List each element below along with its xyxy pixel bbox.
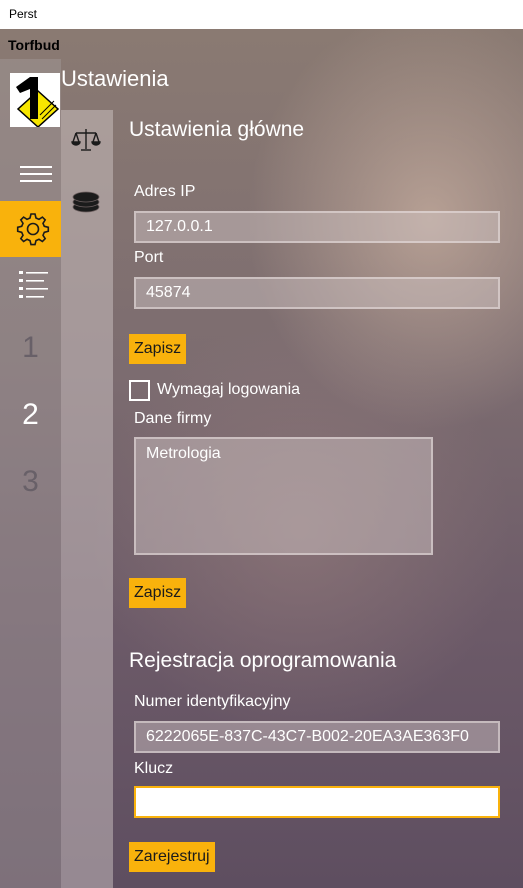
ip-address-label: Adres IP xyxy=(134,183,196,200)
require-login-label: Wymagaj logowania xyxy=(157,381,301,398)
key-input[interactable] xyxy=(134,786,500,818)
id-number-label: Numer identyfikacyjny xyxy=(134,693,291,710)
sub-nav-rail xyxy=(61,110,113,888)
nav-item-3[interactable]: 3 xyxy=(0,465,61,499)
company-data-label: Dane firmy xyxy=(134,410,212,427)
general-settings-title: Ustawienia główne xyxy=(129,118,305,141)
scales-icon xyxy=(71,129,101,151)
logo-icon xyxy=(10,73,60,129)
save-company-button[interactable]: Zapisz xyxy=(129,578,187,608)
port-input[interactable] xyxy=(134,277,500,309)
nav-item-2[interactable]: 2 xyxy=(0,398,61,432)
checkbox-box[interactable] xyxy=(129,380,150,401)
nav-item-settings[interactable] xyxy=(0,201,61,257)
window-titlebar[interactable]: Perst xyxy=(0,0,523,29)
hamburger-button[interactable] xyxy=(0,152,61,196)
list-icon xyxy=(19,271,48,298)
gear-icon xyxy=(16,213,50,246)
nav-item-1[interactable]: 1 xyxy=(0,331,61,365)
subnav-item-database[interactable] xyxy=(71,187,101,217)
database-icon xyxy=(72,191,100,213)
id-number-input[interactable] xyxy=(134,721,500,753)
subnav-item-scales[interactable] xyxy=(71,125,101,155)
page-header: Ustawienia xyxy=(61,66,169,91)
nav-item-list[interactable] xyxy=(0,262,61,306)
key-label: Klucz xyxy=(134,760,174,777)
register-button[interactable]: Zarejestruj xyxy=(129,842,215,872)
ip-address-input[interactable] xyxy=(134,211,500,243)
window-title: Perst xyxy=(9,7,38,21)
company-logo xyxy=(10,73,60,129)
save-connection-button[interactable]: Zapisz xyxy=(129,334,187,364)
registration-title: Rejestracja oprogramowania xyxy=(129,649,397,672)
port-label: Port xyxy=(134,249,164,266)
app-title: Torfbud xyxy=(8,37,60,53)
company-data-textarea[interactable]: Metrologia xyxy=(134,437,433,555)
